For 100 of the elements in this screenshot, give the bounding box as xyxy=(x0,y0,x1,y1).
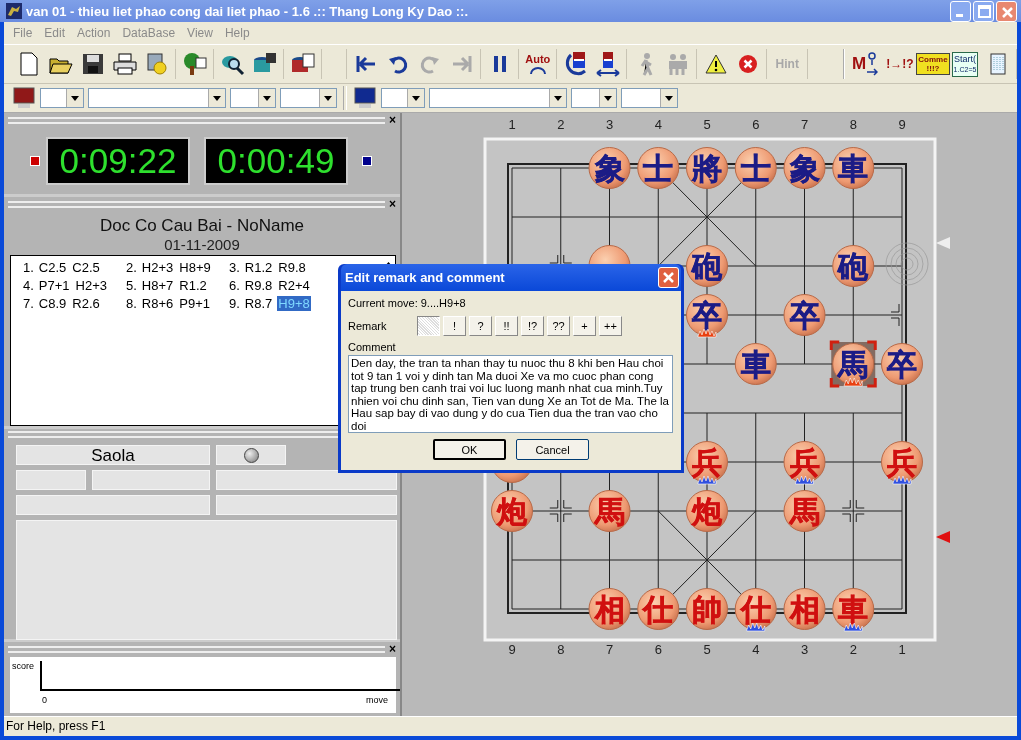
panel-close-button[interactable]: × xyxy=(389,115,396,125)
printer-icon xyxy=(112,53,137,75)
remark-toggle[interactable] xyxy=(417,316,440,336)
remark-toggle[interactable]: + xyxy=(573,316,596,336)
comment-field[interactable]: Den day, the tran ta nhan thay tu nuoc thu 8 khi ben Hau choi tot 9 tan 1 voi y dinh tan Ma duoi Xe va mo cuoc phan cong tap trung ben canh trai voi luc luong manh nhat cua minh.Tuy nhien voi chu dinh san, Tien van dung Xe an Tot de Ma. The la Hau sap bay di vao dung y do cua Tien dua the tran vao cho doi xyxy=(348,355,673,433)
move-text[interactable]: H8+7 xyxy=(140,277,175,293)
move-text[interactable]: P9+1 xyxy=(178,295,212,311)
xiangqi-piece[interactable]: 車 xyxy=(832,147,875,189)
xiangqi-piece[interactable]: 卒 xyxy=(783,294,826,336)
mark-move-button[interactable]: M xyxy=(848,49,882,79)
dialog-button[interactable]: Cancel xyxy=(516,439,589,460)
caret-icon xyxy=(66,89,83,107)
piece-character: 象 xyxy=(594,152,625,185)
move-number: 3. xyxy=(229,259,240,275)
blank-page-icon xyxy=(17,52,40,76)
move-text[interactable]: R2.6 xyxy=(71,295,101,311)
file-number: 2 xyxy=(557,117,565,132)
panel-close-button[interactable]: × xyxy=(389,199,396,209)
piece-character: 卒 xyxy=(789,299,820,332)
minimize-button[interactable] xyxy=(950,0,971,22)
xiangqi-piece[interactable]: 士 xyxy=(734,147,777,189)
close-button[interactable] xyxy=(658,267,679,288)
move-text[interactable]: H8+9 xyxy=(178,259,212,275)
annotate-button[interactable]: !→!? xyxy=(883,49,917,79)
panel-grip[interactable] xyxy=(8,116,385,124)
xiangqi-piece[interactable]: 卒 xyxy=(686,294,728,336)
remark-toggle[interactable]: ! xyxy=(443,316,466,336)
xiangqi-piece[interactable]: 象 xyxy=(588,147,631,189)
move-number: 5. xyxy=(126,277,137,293)
game-title: Doc Co Cau Bai - NoName xyxy=(98,216,306,236)
remark-toggle[interactable]: ?? xyxy=(547,316,570,336)
monitor-icon xyxy=(353,87,377,109)
auto-play-button[interactable]: Auto xyxy=(522,49,554,79)
piece-character: 士 xyxy=(740,152,771,185)
dropdown[interactable] xyxy=(381,88,425,108)
minimize-icon xyxy=(956,13,963,17)
panel-grip[interactable] xyxy=(8,645,385,653)
axis-label: 0 xyxy=(42,695,47,705)
remark-toggle[interactable]: !? xyxy=(521,316,544,336)
xiangqi-piece[interactable]: 砲 xyxy=(686,245,728,287)
xiangqi-piece[interactable]: 車 xyxy=(734,343,777,385)
xiangqi-piece[interactable]: 士 xyxy=(637,147,680,189)
move-number: 7. xyxy=(23,295,34,311)
file-number: 7 xyxy=(605,642,614,657)
remark-toggle[interactable]: ? xyxy=(469,316,492,336)
piece-character: 相 xyxy=(594,593,625,626)
move-text[interactable]: R1.2 xyxy=(243,259,274,275)
caret-icon xyxy=(599,89,616,107)
move-text[interactable]: C2.5 xyxy=(37,259,68,275)
piece-character: 馬 xyxy=(594,495,625,528)
caret-icon xyxy=(208,89,225,107)
move-text[interactable]: R1.2 xyxy=(178,277,208,293)
axis-label: score xyxy=(12,661,34,671)
dropdown[interactable] xyxy=(571,88,617,108)
move-text[interactable]: R8+6 xyxy=(140,295,175,311)
comment-label: Comment xyxy=(348,341,397,355)
move-text[interactable]: H2+3 xyxy=(140,259,175,275)
engine-name: Saola xyxy=(16,445,210,465)
dragon-icon xyxy=(6,3,22,19)
file-number: 7 xyxy=(800,117,809,132)
xiangqi-piece[interactable]: 砲 xyxy=(832,245,875,287)
move-number: 1. xyxy=(23,259,34,275)
dropdown[interactable] xyxy=(230,88,276,108)
file-number: 6 xyxy=(654,642,662,657)
game-clock: 0:00:49 xyxy=(204,137,348,185)
piece-character: 砲 xyxy=(838,250,869,283)
xiangqi-piece[interactable]: 象 xyxy=(783,147,826,189)
move-text[interactable]: P7+1 xyxy=(37,277,71,293)
xiangqi-piece[interactable]: 將 xyxy=(686,147,728,189)
dropdown[interactable] xyxy=(40,88,84,108)
xiangqi-piece[interactable]: 卒 xyxy=(881,343,923,385)
info-field xyxy=(16,470,86,490)
file-number: 9 xyxy=(898,117,906,132)
panel-close-button[interactable]: × xyxy=(389,644,396,654)
piece-character: 相 xyxy=(789,593,820,626)
close-button[interactable] xyxy=(996,0,1017,22)
maximize-button[interactable] xyxy=(973,0,994,22)
move-text[interactable]: H2+3 xyxy=(74,277,109,293)
piece-character: 車 xyxy=(838,593,869,626)
move-text[interactable]: C2.5 xyxy=(71,259,101,275)
panel-grip[interactable] xyxy=(8,200,385,208)
caret-icon xyxy=(549,89,566,107)
move-text[interactable]: R2+4 xyxy=(277,277,311,293)
move-text[interactable]: R8.7 xyxy=(243,295,274,311)
move-text[interactable]: C8.9 xyxy=(37,295,68,311)
dialog-button[interactable]: OK xyxy=(433,439,506,460)
axis-label: move xyxy=(366,695,388,705)
piece-character: 馬 xyxy=(838,348,869,381)
move-text[interactable]: R9.8 xyxy=(243,277,274,293)
piece-character: 炮 xyxy=(692,495,722,528)
game-clock: 0:09:22 xyxy=(46,137,190,185)
warning-icon xyxy=(704,54,727,74)
remark-toggle[interactable]: ++ xyxy=(599,316,622,336)
caret-icon xyxy=(660,89,677,107)
piece-character: 將 xyxy=(692,152,722,185)
game-date: 01-11-2009 xyxy=(163,236,241,253)
remark-toggle[interactable]: !! xyxy=(495,316,518,336)
move-text[interactable]: R9.8 xyxy=(277,259,307,275)
piece-character: 士 xyxy=(643,152,674,185)
piece-character: 馬 xyxy=(789,495,820,528)
